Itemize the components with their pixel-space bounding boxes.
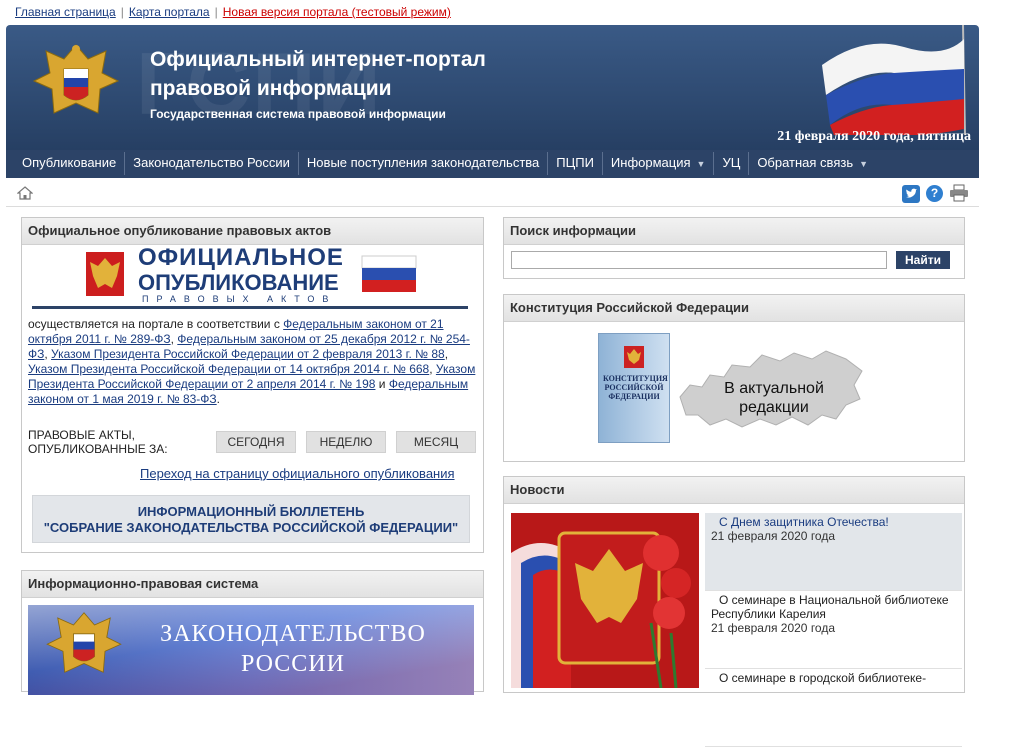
- panel-heading: Официальное опубликование правовых актов: [22, 218, 483, 245]
- news-panel: Новости С Днем защитника Отечества! 21 ф…: [503, 476, 965, 747]
- current-date: 21 февраля 2020 года, пятница: [777, 129, 971, 144]
- russian-flag-icon: [822, 25, 966, 135]
- official-publication-logo[interactable]: ОФИЦИАЛЬНОЕ ОПУБЛИКОВАНИЕ ПРАВОВЫХ АКТОВ: [32, 244, 472, 312]
- search-input[interactable]: [511, 251, 887, 269]
- panel-heading: Информационно-правовая система: [22, 571, 483, 598]
- today-button[interactable]: СЕГОДНЯ: [216, 431, 296, 453]
- acts-published-label: ПРАВОВЫЕ АКТЫ, ОПУБЛИКОВАННЫЕ ЗА:: [28, 428, 168, 456]
- logo-line-2: ОПУБЛИКОВАНИЕ: [138, 270, 339, 295]
- bulletin-button[interactable]: ИНФОРМАЦИОННЫЙ БЮЛЛЕТЕНЬ "СОБРАНИЕ ЗАКОН…: [32, 495, 470, 543]
- constitution-book-image[interactable]: КОНСТИТУЦИЯ РОССИЙСКОЙ ФЕДЕРАЦИИ: [598, 333, 670, 443]
- logo-line-1: ОФИЦИАЛЬНОЕ: [138, 244, 344, 271]
- menu-item-legislation[interactable]: Законодательство России: [125, 152, 299, 175]
- search-button[interactable]: Найти: [896, 251, 950, 269]
- portal-subtitle: Государственная система правовой информа…: [150, 107, 446, 121]
- week-button[interactable]: НЕДЕЛЮ: [306, 431, 386, 453]
- menu-item-uc[interactable]: УЦ: [714, 152, 750, 175]
- print-icon[interactable]: [949, 184, 969, 202]
- menu-item-pcpi[interactable]: ПЦПИ: [548, 152, 603, 175]
- constitution-panel: Конституция Российской Федерации КОНСТИТ…: [503, 294, 965, 462]
- month-button[interactable]: МЕСЯЦ: [396, 431, 476, 453]
- decree-link-668[interactable]: Указом Президента Российской Федерации о…: [28, 362, 429, 376]
- news-list: С Днем защитника Отечества! 21 февраля 2…: [705, 513, 962, 747]
- main-menu: Опубликование Законодательство России Но…: [6, 150, 979, 178]
- news-image[interactable]: [511, 513, 699, 688]
- chevron-down-icon: ▼: [696, 159, 706, 169]
- chevron-down-icon: ▼: [859, 159, 869, 169]
- top-links: Главная страница | Карта портала | Новая вер…: [15, 5, 451, 19]
- twitter-icon[interactable]: [902, 185, 920, 203]
- decree-link-88[interactable]: Указом Президента Российской Федерации о…: [51, 347, 445, 361]
- news-item[interactable]: С Днем защитника Отечества! 21 февраля 2…: [705, 513, 962, 591]
- panel-heading: Новости: [504, 477, 964, 504]
- home-icon[interactable]: [17, 186, 33, 200]
- legislation-banner[interactable]: ЗАКОНОДАТЕЛЬСТВО РОССИИ: [28, 605, 474, 695]
- book-title: КОНСТИТУЦИЯ РОССИЙСКОЙ ФЕДЕРАЦИИ: [603, 374, 668, 401]
- current-edition-label: В актуальной редакции: [724, 380, 824, 416]
- help-icon[interactable]: ?: [926, 185, 943, 202]
- panel-heading: Поиск информации: [504, 218, 964, 245]
- home-page-link[interactable]: Главная страница: [15, 5, 116, 19]
- menu-item-publication[interactable]: Опубликование: [14, 152, 126, 175]
- information-legal-system-panel: Информационно-правовая система ЗАКОНОДАТ…: [21, 570, 484, 695]
- emblem-icon: [32, 44, 120, 114]
- portal-map-link[interactable]: Карта портала: [129, 5, 210, 19]
- emblem-icon: [46, 612, 122, 673]
- official-publication-page-link[interactable]: Переход на страницу официального опублик…: [140, 466, 455, 481]
- news-item[interactable]: О семинаре в Национальной библиотеке Рес…: [705, 591, 962, 669]
- menu-item-information[interactable]: Информация ▼: [603, 152, 715, 175]
- coat-of-arms-icon: [624, 346, 644, 368]
- panel-heading: Конституция Российской Федерации: [504, 295, 964, 322]
- logo-line-3: ПРАВОВЫХ АКТОВ: [142, 294, 337, 304]
- search-panel: Поиск информации Найти: [503, 217, 965, 279]
- menu-item-feedback[interactable]: Обратная связь ▼: [749, 152, 876, 175]
- official-publication-panel: Официальное опубликование правовых актов…: [21, 217, 484, 553]
- publication-description: осуществляется на портале в соответствии…: [28, 317, 476, 406]
- menu-item-new-legislation[interactable]: Новые поступления законодательства: [299, 152, 549, 175]
- legislation-banner-title: ЗАКОНОДАТЕЛЬСТВО РОССИИ: [160, 621, 426, 677]
- toolbar: ?: [6, 180, 979, 207]
- site-header: ГСПИ Официальный интернет-портал правово…: [6, 25, 979, 150]
- new-version-link[interactable]: Новая версия портала (тестовый режим): [223, 5, 451, 19]
- portal-title: Официальный интернет-портал правовой инф…: [150, 48, 486, 100]
